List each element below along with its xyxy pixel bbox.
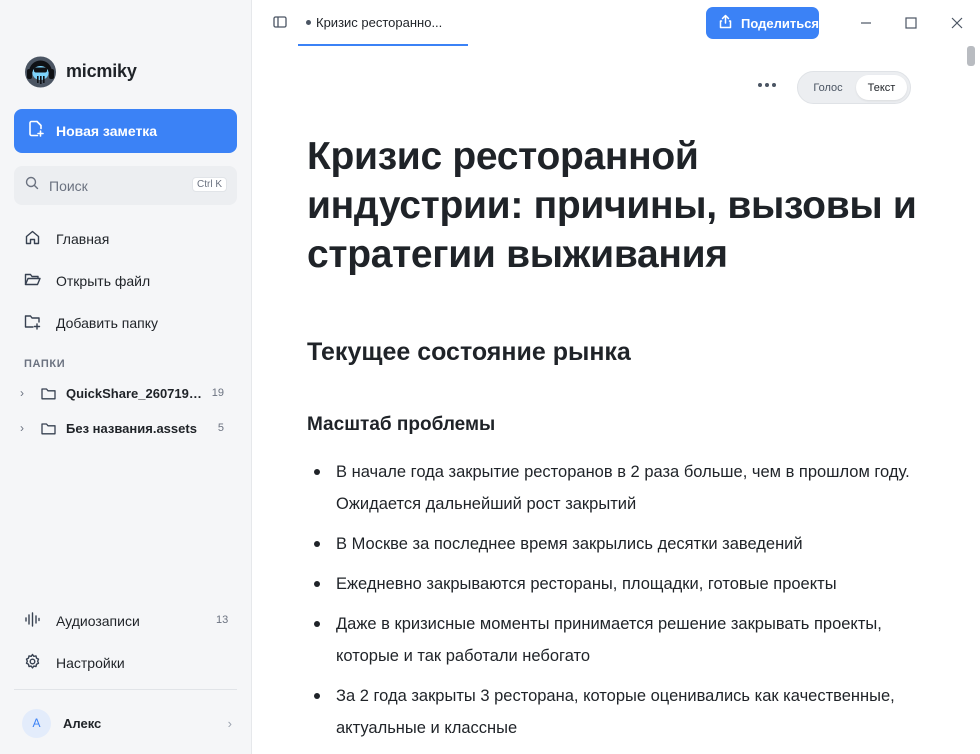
new-note-button[interactable]: Новая заметка	[14, 109, 237, 153]
sidebar: micmiky Новая заметка Ctrl K Главная	[0, 0, 252, 754]
subsection-heading: Масштаб проблемы	[307, 414, 496, 435]
vertical-scrollbar[interactable]	[967, 46, 975, 66]
app-name: micmiky	[66, 61, 137, 81]
search-icon	[25, 176, 39, 195]
maximize-icon[interactable]	[901, 13, 921, 33]
nav-settings[interactable]: Настройки	[24, 653, 125, 673]
folder-item[interactable]: › QuickShare_2607191... 19	[20, 381, 232, 405]
chevron-right-icon[interactable]: ›	[20, 421, 32, 435]
share-icon	[718, 14, 733, 32]
close-icon[interactable]	[947, 13, 967, 33]
list-item: В начале года закрытие ресторанов в 2 ра…	[307, 456, 917, 520]
sidebar-toggle-icon[interactable]	[272, 14, 288, 35]
folder-count: 19	[211, 387, 224, 399]
chevron-right-icon[interactable]: ›	[20, 386, 32, 400]
folder-icon	[41, 422, 56, 435]
list-item: За 2 года закрыты 3 ресторана, которые о…	[307, 680, 917, 744]
folder-plus-icon	[24, 313, 41, 333]
search-input[interactable]	[49, 177, 179, 194]
nav-home-label: Главная	[56, 231, 110, 247]
document-content: Кризис ресторанной индустрии: причины, в…	[307, 132, 927, 737]
more-options-icon[interactable]	[755, 76, 779, 94]
brand[interactable]: micmiky	[24, 55, 137, 88]
nav-audio-label: Аудиозаписи	[56, 613, 140, 629]
nav-home[interactable]: Главная	[24, 229, 109, 249]
nav-open-file[interactable]: Открыть файл	[24, 271, 150, 291]
search-box: Ctrl K	[14, 166, 237, 205]
logo-icon	[24, 55, 57, 88]
section-heading: Текущее состояние рынка	[307, 338, 631, 366]
list-item: Даже в кризисные моменты принимается реш…	[307, 608, 917, 672]
share-label: Поделиться	[741, 15, 820, 31]
audio-waveform-icon	[24, 611, 41, 631]
nav-settings-label: Настройки	[56, 655, 125, 671]
folder-name: Без названия.assets	[66, 420, 197, 436]
folder-count: 5	[217, 422, 224, 434]
search-shortcut-badge: Ctrl K	[192, 177, 227, 192]
user-profile[interactable]: А Алекс ›	[22, 708, 232, 738]
list-item: В Москве за последнее время закрылись де…	[307, 528, 917, 560]
list-item: Ежедневно закрываются рестораны, площадк…	[307, 568, 917, 600]
bullet-list: В начале года закрытие ресторанов в 2 ра…	[307, 456, 917, 752]
folder-open-icon	[24, 271, 41, 291]
share-button[interactable]: Поделиться	[706, 7, 819, 39]
nav-add-folder-label: Добавить папку	[56, 315, 158, 331]
tab-title: Кризис ресторанно...	[316, 14, 443, 30]
user-name: Алекс	[63, 715, 102, 731]
new-note-icon	[28, 120, 44, 142]
nav-open-file-label: Открыть файл	[56, 273, 151, 289]
sidebar-divider	[14, 689, 237, 690]
nav-add-folder[interactable]: Добавить папку	[24, 313, 158, 333]
home-icon	[24, 229, 41, 249]
settings-gear-icon	[24, 653, 41, 673]
folder-item[interactable]: › Без названия.assets 5	[20, 416, 232, 440]
minimize-icon[interactable]	[856, 13, 876, 33]
document-title: Кризис ресторанной индустрии: причины, в…	[307, 135, 917, 276]
folder-icon	[41, 387, 56, 400]
avatar: А	[22, 708, 51, 738]
document-tab[interactable]: Кризис ресторанно...	[298, 0, 468, 46]
unsaved-dot-icon	[306, 19, 311, 25]
folder-name: QuickShare_2607191...	[66, 385, 204, 401]
folders-section-title: ПАПКИ	[24, 358, 66, 370]
chevron-right-icon: ›	[227, 715, 232, 731]
view-mode-toggle: Голос Текст	[797, 71, 911, 104]
audio-count: 13	[216, 614, 229, 626]
nav-audio-recordings[interactable]: Аудиозаписи	[24, 611, 228, 631]
top-bar: Кризис ресторанно... Поделиться	[252, 0, 980, 46]
text-mode-option[interactable]: Текст	[856, 75, 907, 100]
new-note-label: Новая заметка	[56, 123, 158, 139]
voice-mode-option[interactable]: Голос	[802, 75, 854, 100]
